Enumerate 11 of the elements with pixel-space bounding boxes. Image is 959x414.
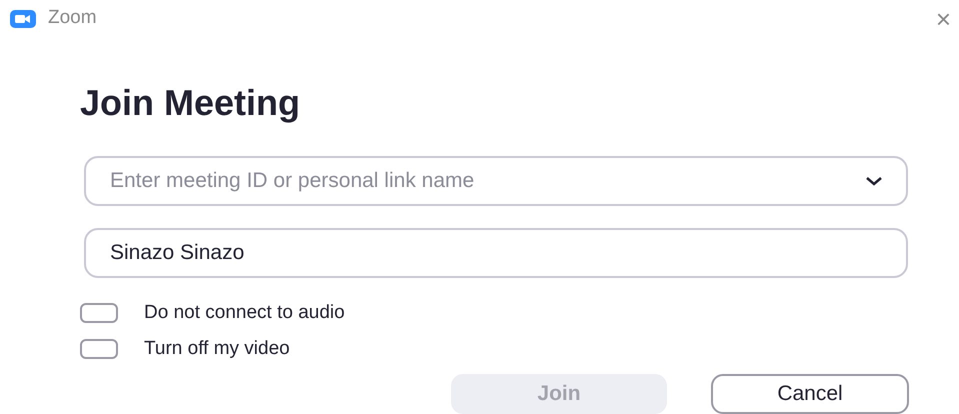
option-label: Turn off my video [144,336,290,361]
option-label: Do not connect to audio [144,300,345,325]
dialog-heading: Join Meeting [80,81,302,125]
meeting-id-field[interactable]: Enter meeting ID or personal link name [84,156,908,206]
checkbox[interactable] [80,303,118,323]
window-title: Zoom [48,6,97,30]
checkbox[interactable] [80,339,118,359]
name-field[interactable]: Sinazo Sinazo [84,228,908,278]
chevron-down-icon[interactable] [864,175,884,187]
cancel-button[interactable]: Cancel [711,374,909,414]
video-camera-icon [10,10,36,28]
